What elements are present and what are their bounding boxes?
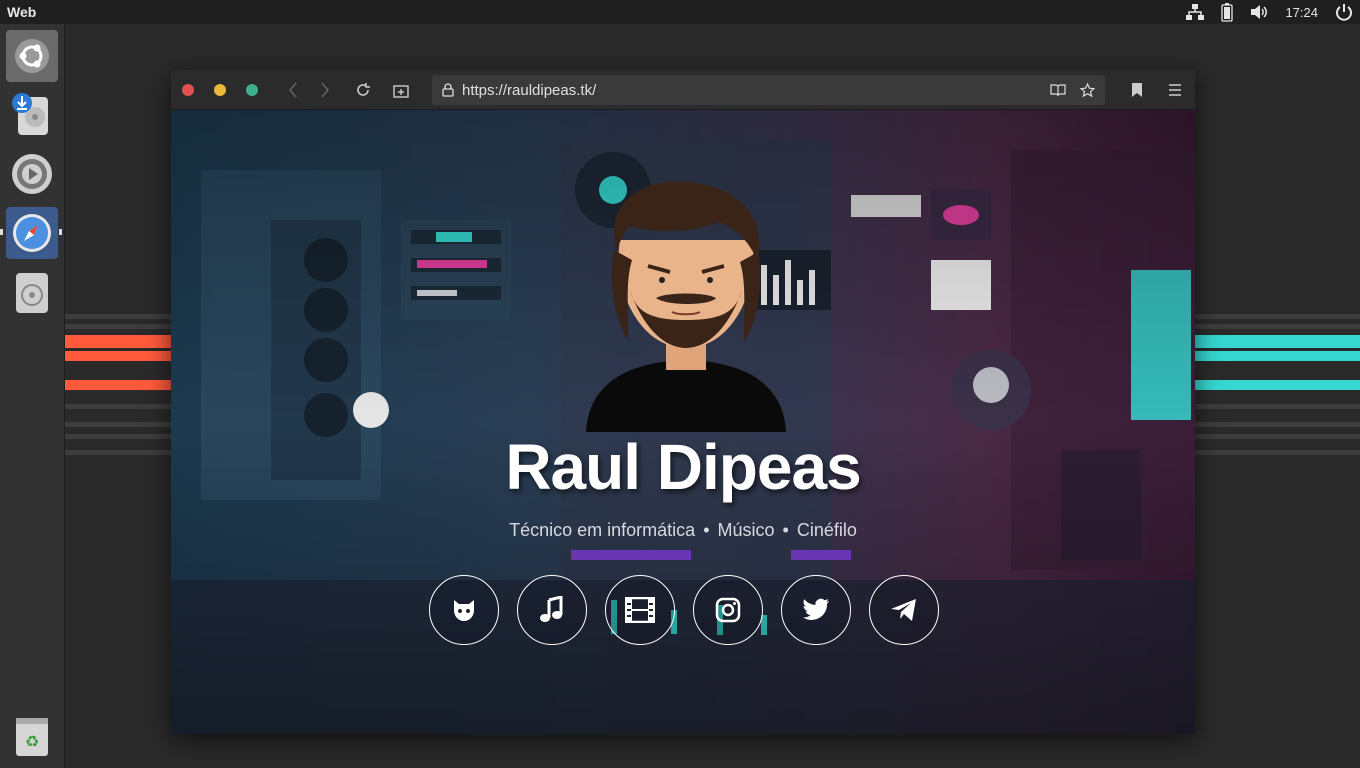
hero-subtitle: Técnico em informática • Músico • Cinéfilo bbox=[171, 520, 1195, 541]
app-name: Web bbox=[7, 4, 37, 20]
menu-icon[interactable] bbox=[1165, 80, 1185, 100]
trash-icon[interactable]: ♻ bbox=[6, 710, 58, 762]
browser-toolbar: https://rauldipeas.tk/ bbox=[171, 70, 1195, 110]
maximize-button[interactable] bbox=[246, 84, 258, 96]
twitter-icon[interactable] bbox=[781, 575, 851, 645]
back-icon[interactable] bbox=[283, 80, 303, 100]
url-text[interactable]: https://rauldipeas.tk/ bbox=[462, 82, 596, 99]
power-icon[interactable] bbox=[1334, 2, 1354, 22]
indicators: 17:24 bbox=[1185, 2, 1360, 22]
subtitle-item-cinefilo: Cinéfilo bbox=[796, 520, 857, 540]
star-icon[interactable] bbox=[1080, 82, 1095, 98]
bookmark-icon[interactable] bbox=[1127, 80, 1147, 100]
forward-icon[interactable] bbox=[315, 80, 335, 100]
top-panel: Web 17:24 bbox=[0, 0, 1360, 24]
network-icon[interactable] bbox=[1185, 3, 1205, 21]
social-links bbox=[429, 575, 939, 645]
launcher: ♻ bbox=[0, 24, 65, 768]
new-tab-icon[interactable] bbox=[391, 80, 411, 100]
volume-icon[interactable] bbox=[1249, 3, 1269, 21]
ubuntu-dash-icon[interactable] bbox=[6, 30, 58, 82]
software-updater-icon[interactable] bbox=[6, 88, 58, 140]
github-icon[interactable] bbox=[429, 575, 499, 645]
web-page: Raul Dipeas Técnico em informática • Músic… bbox=[171, 110, 1195, 734]
url-bar[interactable]: https://rauldipeas.tk/ bbox=[432, 75, 1105, 105]
browser-window: https://rauldipeas.tk/ Raul Dipeas Técni… bbox=[171, 70, 1195, 734]
lock-icon bbox=[442, 83, 454, 97]
disk-icon[interactable] bbox=[6, 267, 58, 319]
avatar bbox=[586, 181, 786, 432]
battery-icon[interactable] bbox=[1221, 2, 1234, 22]
subtitle-separator: • bbox=[703, 520, 710, 540]
subtitle-item-musico: Músico bbox=[717, 520, 775, 540]
music-icon[interactable] bbox=[517, 575, 587, 645]
subtitle-item-tecnico: Técnico em informática bbox=[509, 520, 696, 540]
reload-icon[interactable] bbox=[353, 80, 373, 100]
instagram-icon[interactable] bbox=[693, 575, 763, 645]
minimize-button[interactable] bbox=[214, 84, 226, 96]
web-browser-icon[interactable] bbox=[6, 207, 58, 259]
launcher-active-pip-right bbox=[59, 229, 62, 235]
telegram-icon[interactable] bbox=[869, 575, 939, 645]
subtitle-separator: • bbox=[782, 520, 789, 540]
reader-icon[interactable] bbox=[1050, 83, 1066, 97]
system-settings-icon[interactable] bbox=[6, 148, 58, 200]
clock[interactable]: 17:24 bbox=[1285, 5, 1318, 20]
close-button[interactable] bbox=[182, 84, 194, 96]
hero-name: Raul Dipeas bbox=[505, 431, 861, 503]
launcher-active-pip bbox=[0, 229, 3, 235]
film-icon[interactable] bbox=[605, 575, 675, 645]
svg-text:♻: ♻ bbox=[25, 732, 39, 751]
